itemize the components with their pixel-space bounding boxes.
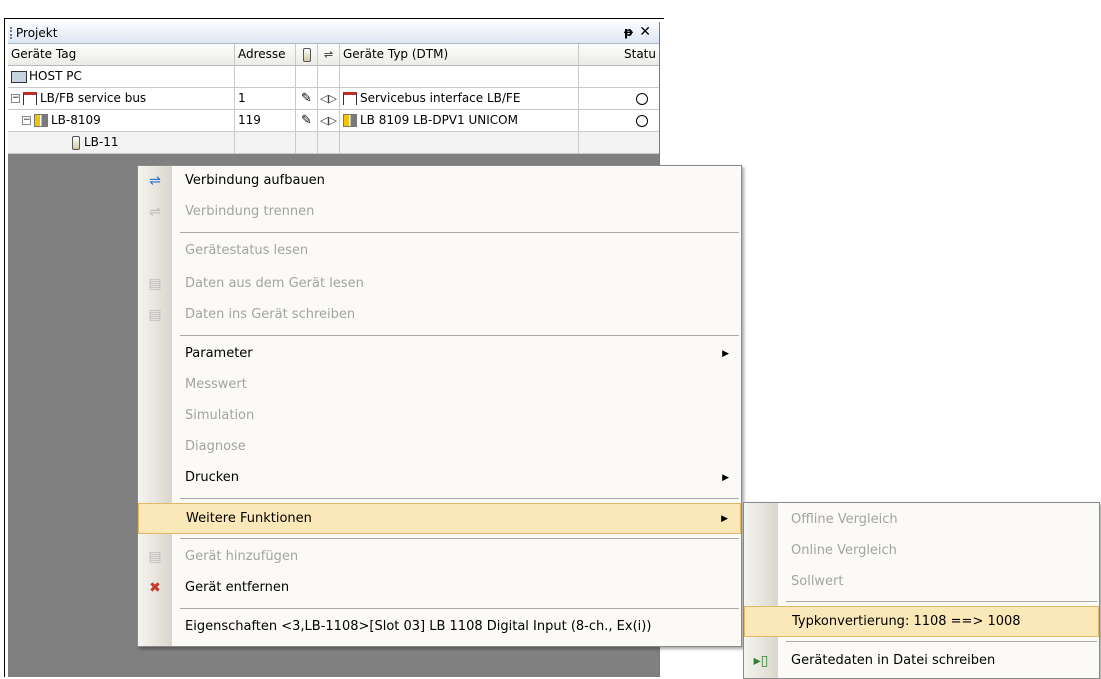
collapse-icon[interactable]: −	[22, 116, 31, 125]
write-device-icon: ▤	[148, 307, 162, 323]
menu-separator	[786, 641, 1097, 642]
pin-icon[interactable]: ᵽ	[624, 25, 633, 39]
row-type: Servicebus interface LB/FE	[360, 91, 521, 105]
context-menu: ⇌ Verbindung aufbauen ⇌ Verbindung trenn…	[137, 165, 742, 647]
row-address	[235, 66, 296, 87]
table-row[interactable]: HOST PC	[8, 66, 659, 88]
menu-item-add-device[interactable]: ▤ Gerät hinzufügen	[138, 542, 741, 573]
add-device-icon: ▤	[148, 549, 162, 565]
menu-item-simulation[interactable]: Simulation	[138, 401, 741, 432]
menu-item-more-functions[interactable]: Weitere Funktionen ▶	[138, 503, 741, 534]
slot-icon	[72, 135, 80, 150]
column-header-status[interactable]: Statu	[579, 44, 659, 65]
pencil-icon: ✎	[301, 91, 312, 106]
column-header-type[interactable]: Geräte Typ (DTM)	[340, 44, 579, 65]
menu-item-export-device-data[interactable]: ▸▯ Gerätedaten in Datei schreiben	[744, 646, 1099, 677]
pencil-icon: ✎	[301, 113, 312, 128]
disconnect-icon: ⇌	[149, 204, 161, 220]
table-row[interactable]: − LB/FB service bus 1 ✎ ◁▷ Servicebus int…	[8, 88, 659, 110]
slot-icon	[302, 47, 311, 62]
menu-item-setpoint[interactable]: Sollwert	[744, 567, 1099, 598]
column-header-slot-icon[interactable]	[296, 44, 318, 65]
menu-item-type-conversion[interactable]: Typkonvertierung: 1108 ==> 1008	[744, 606, 1099, 637]
project-panel-titlebar: Projekt ᵽ ✕	[8, 22, 659, 44]
servicebus-icon	[23, 92, 37, 105]
host-pc-icon	[11, 70, 27, 83]
menu-item-offline-compare[interactable]: Offline Vergleich	[744, 505, 1099, 536]
export-device-data-icon: ▸▯	[753, 653, 769, 669]
read-device-icon: ▤	[148, 276, 162, 292]
drag-grip[interactable]	[10, 27, 14, 39]
row-tag: LB/FB service bus	[40, 91, 147, 105]
device-grid: Geräte Tag Adresse ⇌ Geräte Typ (DTM) St…	[8, 44, 659, 154]
menu-separator	[180, 538, 739, 539]
collapse-icon[interactable]: −	[11, 94, 20, 103]
table-row[interactable]: LB-11	[8, 132, 659, 154]
submenu-arrow-icon: ▶	[722, 349, 729, 359]
grid-header: Geräte Tag Adresse ⇌ Geräte Typ (DTM) St…	[8, 44, 659, 66]
menu-item-read-data[interactable]: ▤ Daten aus dem Gerät lesen	[138, 269, 741, 300]
menu-separator	[180, 335, 739, 336]
submenu-arrow-icon: ▶	[722, 473, 729, 483]
panel-title: Projekt	[16, 25, 58, 40]
menu-separator	[786, 601, 1097, 602]
table-row[interactable]: − LB-8109 119 ✎ ◁▷ LB 8109 LB-DPV1 UNICOM	[8, 110, 659, 132]
menu-item-disconnect[interactable]: ⇌ Verbindung trennen	[138, 197, 741, 228]
menu-item-online-compare[interactable]: Online Vergleich	[744, 536, 1099, 567]
submenu-arrow-icon: ▶	[721, 514, 728, 524]
connect-icon: ⇌	[323, 48, 334, 61]
status-icon	[636, 92, 648, 105]
menu-item-remove-device[interactable]: ✖ Gerät entfernen	[138, 573, 741, 604]
column-header-tag[interactable]: Geräte Tag	[8, 44, 235, 65]
column-header-connect-icon[interactable]: ⇌	[318, 44, 340, 65]
menu-item-write-data[interactable]: ▤ Daten ins Gerät schreiben	[138, 300, 741, 331]
device-icon	[34, 114, 48, 127]
row-tag: HOST PC	[29, 69, 82, 83]
menu-item-measured-value[interactable]: Messwert	[138, 370, 741, 401]
row-address: 119	[235, 110, 296, 131]
connect-icon: ◁▷	[320, 114, 337, 127]
menu-item-parameter[interactable]: Parameter ▶	[138, 339, 741, 370]
close-icon[interactable]: ✕	[639, 24, 651, 40]
row-tag: LB-8109	[51, 113, 101, 127]
connect-icon: ⇌	[149, 173, 161, 189]
menu-item-diagnosis[interactable]: Diagnose	[138, 432, 741, 463]
menu-item-properties[interactable]: Eigenschaften <3,LB-1108>[Slot 03] LB 11…	[138, 612, 741, 643]
menu-separator	[180, 232, 739, 233]
connect-icon: ◁▷	[320, 92, 337, 105]
servicebus-icon	[343, 92, 357, 105]
menu-separator	[180, 498, 739, 499]
menu-item-connect[interactable]: ⇌ Verbindung aufbauen	[138, 166, 741, 197]
column-header-address[interactable]: Adresse	[235, 44, 296, 65]
menu-item-print[interactable]: Drucken ▶	[138, 463, 741, 494]
status-icon	[636, 114, 648, 127]
menu-item-read-status[interactable]: Gerätestatus lesen	[138, 236, 741, 267]
row-tag: LB-11	[84, 135, 119, 149]
row-address: 1	[235, 88, 296, 109]
submenu-more-functions: Offline Vergleich Online Vergleich Sollw…	[743, 502, 1100, 679]
row-type	[340, 66, 579, 87]
remove-device-icon: ✖	[149, 580, 161, 596]
row-type: LB 8109 LB-DPV1 UNICOM	[360, 113, 518, 127]
device-icon	[343, 114, 357, 127]
menu-separator	[180, 608, 739, 609]
